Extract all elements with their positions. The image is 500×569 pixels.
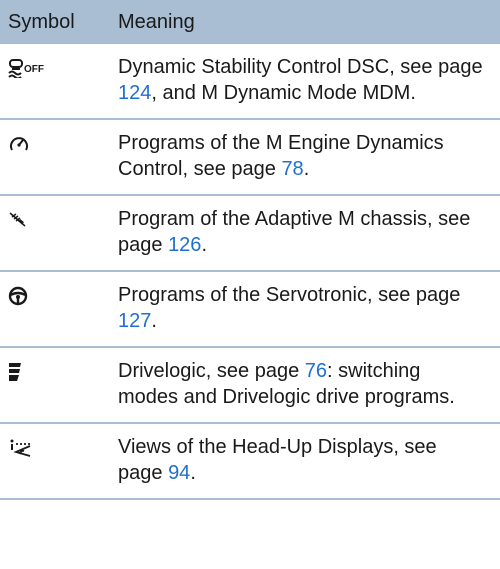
page-link[interactable]: 127 bbox=[118, 310, 151, 332]
page-link[interactable]: 126 bbox=[168, 234, 201, 256]
page-link[interactable]: 76 bbox=[305, 360, 327, 382]
page-link[interactable]: 78 bbox=[281, 158, 303, 180]
meaning-text: . bbox=[151, 310, 157, 332]
steering-wheel-icon bbox=[8, 286, 28, 306]
table-row: OFF Dynamic Stability Control DSC, see p… bbox=[0, 44, 500, 120]
meaning-text: . bbox=[190, 462, 196, 484]
meaning-text: . bbox=[303, 158, 310, 180]
symbol-table: Symbol Meaning OFF Dynamic Stability Con… bbox=[0, 0, 500, 500]
gauge-icon bbox=[8, 134, 30, 154]
dsc-off-icon: OFF bbox=[8, 58, 48, 78]
drivelogic-icon bbox=[8, 362, 24, 382]
table-row: Views of the Head-Up Displays, see page … bbox=[0, 424, 500, 500]
meaning-text: Views of the Head-Up Displays, see page bbox=[118, 436, 437, 484]
row-meaning: Programs of the M Engine Dynam­ics Contr… bbox=[118, 120, 500, 194]
table-row: Drivelogic, see page 76: switching modes… bbox=[0, 348, 500, 424]
header-symbol: Symbol bbox=[8, 10, 75, 33]
table-header: Symbol Meaning bbox=[0, 0, 500, 44]
meaning-text: Dynamic Stability Control DSC, see page bbox=[118, 56, 483, 78]
page-link[interactable]: 124 bbox=[118, 82, 151, 104]
svg-text:OFF: OFF bbox=[24, 64, 44, 75]
table-row: Programs of the M Engine Dynam­ics Contr… bbox=[0, 120, 500, 196]
meaning-text: . bbox=[201, 234, 207, 256]
meaning-text: , and M Dynamic Mode MDM. bbox=[151, 82, 416, 104]
page-link[interactable]: 94 bbox=[168, 462, 190, 484]
table-row: Programs of the Servotronic, see page 12… bbox=[0, 272, 500, 348]
row-meaning: Drivelogic, see page 76: switching modes… bbox=[118, 348, 500, 422]
row-meaning: Views of the Head-Up Displays, see page … bbox=[118, 424, 500, 498]
header-meaning: Meaning bbox=[118, 10, 195, 33]
row-meaning: Dynamic Stability Control DSC, see page … bbox=[118, 44, 500, 118]
meaning-text: Drivelogic, see page bbox=[118, 360, 305, 382]
head-up-display-icon bbox=[8, 438, 34, 458]
table-row: Program of the Adaptive M chassis, see p… bbox=[0, 196, 500, 272]
row-meaning: Program of the Adaptive M chassis, see p… bbox=[118, 196, 500, 270]
meaning-text: Programs of the Servotronic, see page bbox=[118, 284, 461, 306]
row-meaning: Programs of the Servotronic, see page 12… bbox=[118, 272, 500, 346]
shock-absorber-icon bbox=[8, 210, 28, 230]
